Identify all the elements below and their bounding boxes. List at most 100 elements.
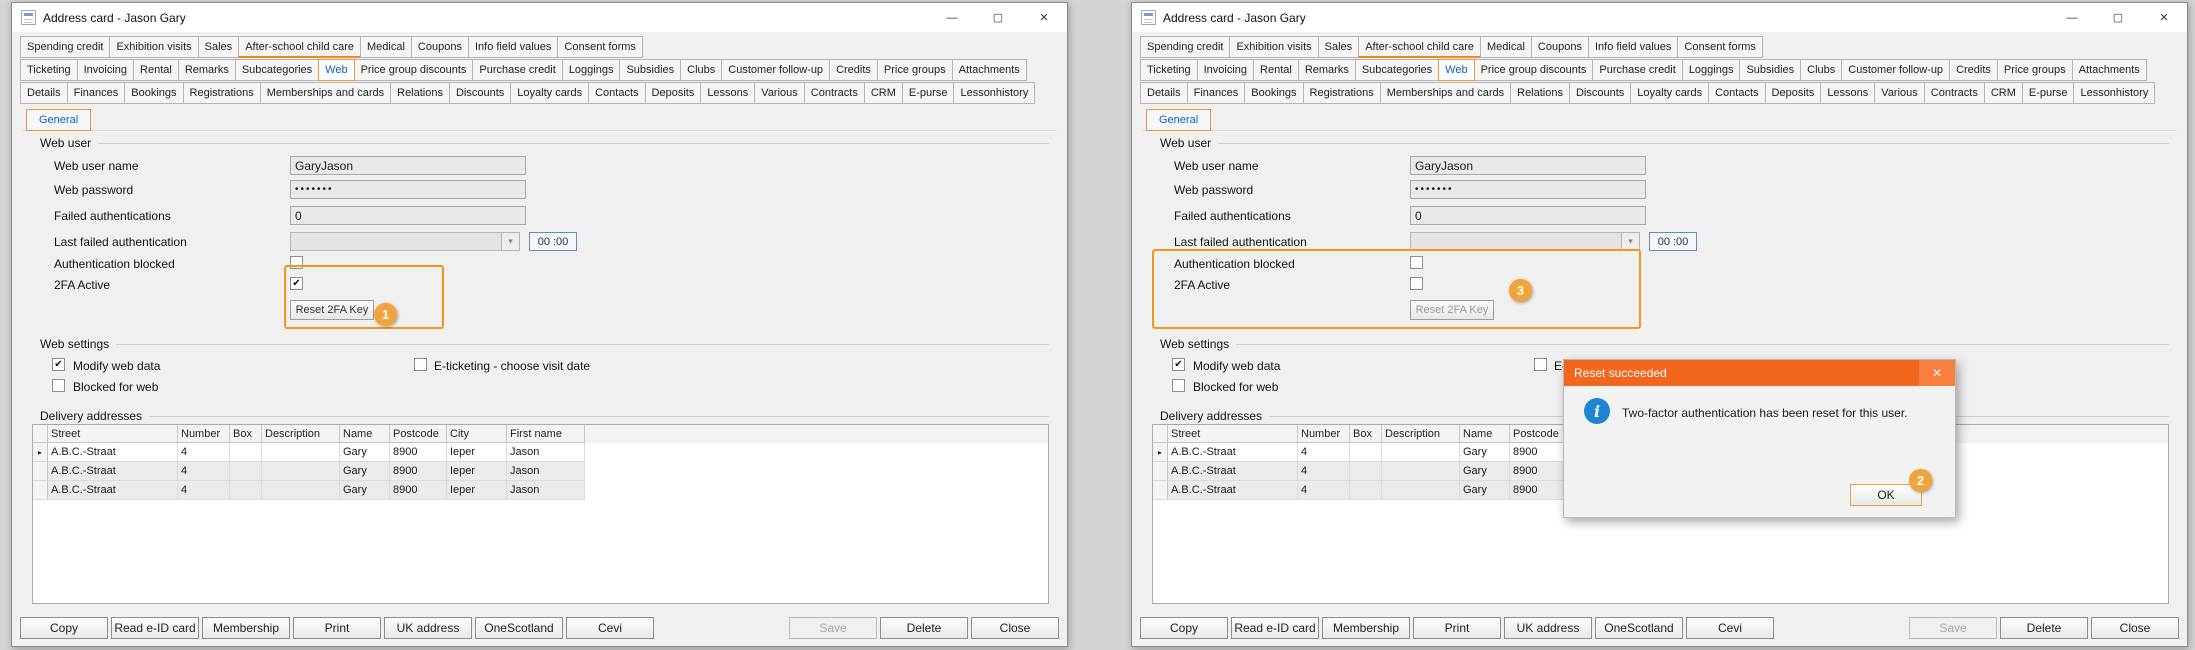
table-cell[interactable] (1350, 462, 1382, 481)
membership-button[interactable]: Membership (1322, 617, 1410, 639)
table-cell[interactable]: 8900 (1510, 462, 1567, 481)
column-header[interactable]: Number (1298, 425, 1350, 443)
column-header[interactable]: Box (1350, 425, 1382, 443)
web-password-input[interactable] (1410, 180, 1646, 199)
maximize-icon[interactable]: ▢ (2095, 3, 2141, 32)
table-cell[interactable]: A.B.C.-Straat (1168, 443, 1298, 462)
tab[interactable]: Exhibition visits (1229, 36, 1318, 58)
tab[interactable]: Loyalty cards (510, 82, 589, 104)
tab[interactable]: Credits (829, 59, 878, 81)
table-cell[interactable]: 8900 (390, 481, 447, 500)
table-row[interactable]: A.B.C.-Straat4Gary8900IeperJason (33, 462, 1048, 481)
table-cell[interactable]: A.B.C.-Straat (1168, 481, 1298, 500)
tab[interactable]: Spending credit (20, 36, 110, 58)
tab[interactable]: Subcategories (1355, 59, 1439, 81)
onescotland-button[interactable]: OneScotland (1595, 617, 1683, 639)
table-cell[interactable]: A.B.C.-Straat (1168, 462, 1298, 481)
table-cell[interactable]: 4 (1298, 481, 1350, 500)
tab[interactable]: CRM (864, 82, 903, 104)
tab[interactable]: Invoicing (1197, 59, 1254, 81)
tab[interactable]: Various (1874, 82, 1924, 104)
table-cell[interactable] (262, 462, 340, 481)
table-cell[interactable] (230, 481, 262, 500)
copy-button[interactable]: Copy (1140, 617, 1228, 639)
tab[interactable]: Loggings (1682, 59, 1741, 81)
tab[interactable]: Invoicing (77, 59, 134, 81)
column-header[interactable]: City (447, 425, 507, 443)
tab[interactable]: E-purse (902, 82, 955, 104)
membership-button[interactable]: Membership (202, 617, 290, 639)
tab[interactable]: Attachments (952, 59, 1027, 81)
tab[interactable]: Details (20, 82, 68, 104)
copy-button[interactable]: Copy (20, 617, 108, 639)
calendar-dropdown-icon[interactable]: ▾ (1621, 233, 1639, 250)
column-header[interactable]: Postcode (1510, 425, 1567, 443)
tab[interactable]: Subsidies (619, 59, 681, 81)
tab[interactable]: Bookings (124, 82, 183, 104)
tab[interactable]: Exhibition visits (109, 36, 198, 58)
tab[interactable]: Web (318, 59, 354, 81)
tab[interactable]: E-purse (2022, 82, 2075, 104)
table-row[interactable]: ▸ A.B.C.-Straat4Gary8900IeperJason (33, 443, 1048, 462)
tab[interactable]: Memberships and cards (1380, 82, 1511, 104)
column-header[interactable]: Postcode (390, 425, 447, 443)
table-cell[interactable]: 8900 (1510, 443, 1567, 462)
table-cell[interactable] (230, 443, 262, 462)
last-failed-time-field[interactable]: 00 :00 (1649, 232, 1697, 251)
tab[interactable]: Various (754, 82, 804, 104)
column-header[interactable]: Box (230, 425, 262, 443)
close-button[interactable]: Close (971, 617, 1059, 639)
failed-authentications-input[interactable] (290, 206, 526, 225)
read-eid-card-button[interactable]: Read e-ID card (1231, 617, 1319, 639)
tab[interactable]: Sales (198, 36, 240, 58)
tab[interactable]: Deposits (1765, 82, 1822, 104)
tab[interactable]: Rental (1253, 59, 1299, 81)
tab[interactable]: Ticketing (20, 59, 78, 81)
uk-address-button[interactable]: UK address (1504, 617, 1592, 639)
tab[interactable]: Discounts (1569, 82, 1631, 104)
table-cell[interactable]: A.B.C.-Straat (48, 443, 178, 462)
tab[interactable]: CRM (1984, 82, 2023, 104)
calendar-dropdown-icon[interactable]: ▾ (501, 233, 519, 250)
table-cell[interactable]: 4 (1298, 443, 1350, 462)
column-header[interactable]: Description (1382, 425, 1460, 443)
web-user-name-input[interactable] (290, 156, 526, 175)
tab-general[interactable]: General (26, 109, 91, 131)
maximize-icon[interactable]: ▢ (975, 3, 1021, 32)
tab[interactable]: Medical (1480, 36, 1532, 58)
column-header[interactable]: Street (48, 425, 178, 443)
column-header[interactable]: Description (262, 425, 340, 443)
tab[interactable]: Memberships and cards (260, 82, 391, 104)
tab[interactable]: Clubs (680, 59, 722, 81)
tab[interactable]: Attachments (2072, 59, 2147, 81)
column-header[interactable]: First name (507, 425, 585, 443)
tab[interactable]: Lessons (1820, 82, 1875, 104)
close-icon[interactable]: ✕ (2141, 3, 2187, 32)
table-cell[interactable]: 4 (1298, 462, 1350, 481)
table-cell[interactable] (1382, 481, 1460, 500)
eticketing-checkbox[interactable] (414, 358, 427, 371)
table-cell[interactable]: 4 (178, 462, 230, 481)
tab[interactable]: Details (1140, 82, 1188, 104)
tab[interactable]: Clubs (1800, 59, 1842, 81)
column-header[interactable]: Number (178, 425, 230, 443)
column-header[interactable]: Street (1168, 425, 1298, 443)
tab[interactable]: Medical (360, 36, 412, 58)
table-cell[interactable]: 8900 (390, 443, 447, 462)
tab[interactable]: Spending credit (1140, 36, 1230, 58)
table-cell[interactable] (262, 443, 340, 462)
column-header[interactable]: Name (1460, 425, 1510, 443)
tab[interactable]: Price group discounts (1474, 59, 1594, 81)
table-cell[interactable]: Jason (507, 481, 585, 500)
table-cell[interactable]: Gary (340, 481, 390, 500)
tab[interactable]: Relations (390, 82, 450, 104)
column-header[interactable]: Name (340, 425, 390, 443)
tab[interactable]: After-school child care (238, 36, 361, 58)
tab[interactable]: Consent forms (557, 36, 643, 58)
modify-web-data-checkbox[interactable]: ✔ (52, 358, 65, 371)
table-cell[interactable]: 4 (178, 481, 230, 500)
table-cell[interactable]: Ieper (447, 481, 507, 500)
delete-button[interactable]: Delete (2000, 617, 2088, 639)
tab[interactable]: Contracts (1924, 82, 1985, 104)
tab[interactable]: Purchase credit (1592, 59, 1682, 81)
